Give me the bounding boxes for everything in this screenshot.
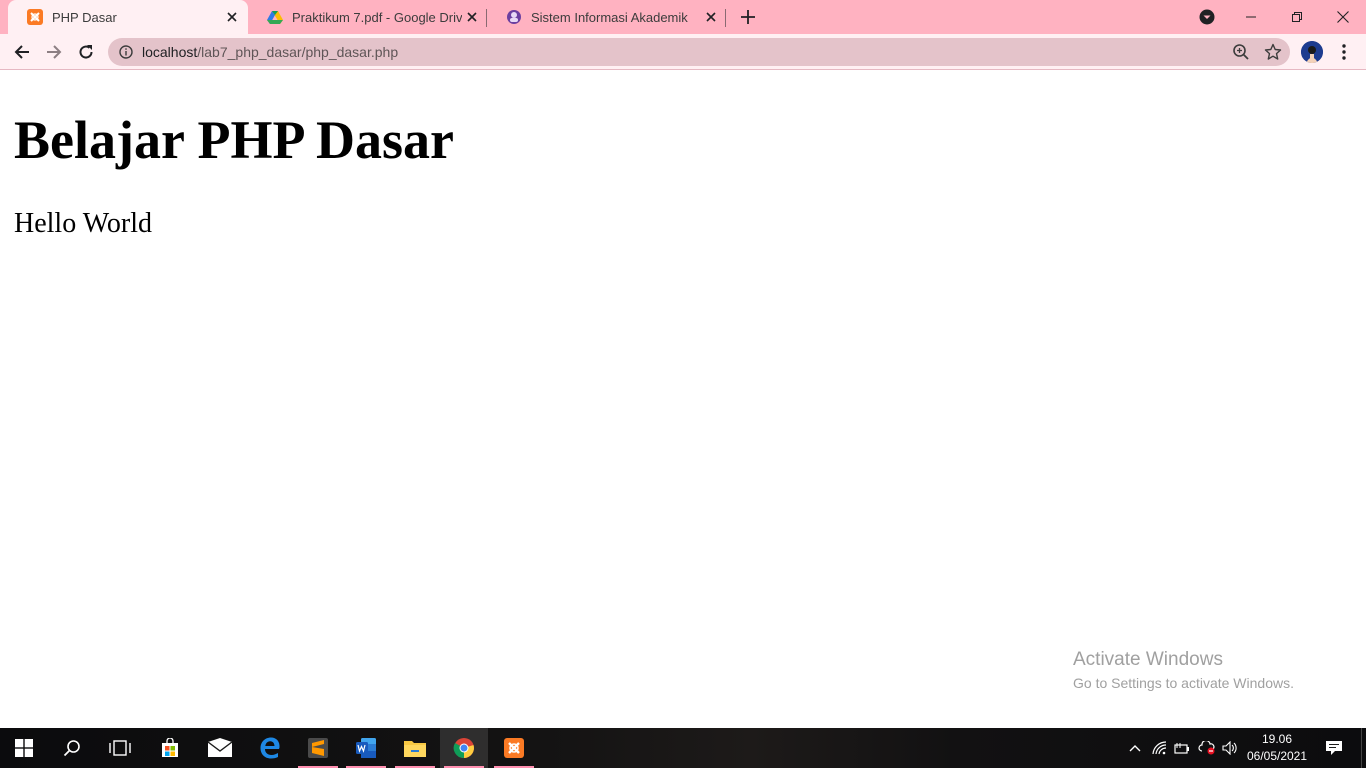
show-hidden-icons-button[interactable] [1124, 728, 1146, 768]
tab-strip: PHP Dasar Praktikum 7.pdf - Google Drive… [0, 0, 1366, 34]
tab-title: Sistem Informasi Akademik [531, 9, 688, 25]
back-button[interactable] [8, 38, 36, 66]
close-icon[interactable] [462, 7, 482, 27]
page-heading: Belajar PHP Dasar [14, 110, 454, 170]
arrow-left-icon [14, 45, 29, 59]
start-button[interactable] [0, 728, 48, 768]
wifi-icon [1152, 741, 1167, 755]
browser-toolbar: localhost/lab7_php_dasar/php_dasar.php [0, 34, 1366, 70]
google-drive-icon [267, 9, 283, 25]
chevron-up-icon [1129, 745, 1141, 752]
watermark-title: Activate Windows [1073, 649, 1223, 670]
bookmark-star-icon[interactable] [1264, 43, 1282, 61]
cloud-error-icon [1198, 741, 1215, 755]
tab-separator [725, 9, 726, 27]
close-icon [1337, 11, 1349, 23]
store-icon [162, 738, 178, 757]
minimize-icon [1246, 16, 1256, 18]
battery-icon [1174, 743, 1189, 754]
taskbar-xampp[interactable] [490, 728, 538, 768]
notification-icon [1326, 741, 1342, 755]
close-icon[interactable] [222, 7, 242, 27]
battery-tray[interactable] [1171, 728, 1193, 768]
info-icon[interactable] [118, 44, 134, 60]
forward-button[interactable] [40, 38, 68, 66]
activate-windows-watermark: Activate Windows Go to Settings to activ… [1073, 649, 1294, 691]
taskbar-file-explorer[interactable] [391, 728, 439, 768]
windows-taskbar: 19.06 06/05/2021 [0, 728, 1366, 768]
siakad-icon [506, 9, 522, 25]
speaker-icon [1222, 741, 1237, 755]
taskbar-edge[interactable] [246, 728, 294, 768]
edge-icon [260, 737, 280, 759]
volume-tray[interactable] [1219, 728, 1241, 768]
chevron-down-icon [1199, 9, 1215, 25]
chrome-icon [453, 738, 474, 759]
restore-button[interactable] [1274, 0, 1320, 34]
taskbar-mail[interactable] [196, 728, 244, 768]
url-host: localhost [142, 44, 198, 60]
plus-icon [741, 10, 755, 24]
reload-button[interactable] [72, 38, 100, 66]
clock-time: 19.06 [1261, 732, 1293, 746]
url-path: /lab7_php_dasar/php_dasar.php [197, 44, 399, 60]
web-page-content: Belajar PHP Dasar Hello World Activate W… [0, 71, 1366, 728]
tab-google-drive[interactable]: Praktikum 7.pdf - Google Drive [248, 0, 488, 34]
mail-icon [207, 738, 233, 757]
tab-title: PHP Dasar [52, 9, 117, 25]
clock-date: 06/05/2021 [1246, 749, 1308, 763]
more-vert-icon [1342, 44, 1346, 60]
address-bar[interactable]: localhost/lab7_php_dasar/php_dasar.php [108, 38, 1290, 66]
tab-title: Praktikum 7.pdf - Google Drive [292, 9, 462, 25]
minimize-button[interactable] [1228, 0, 1274, 34]
arrow-right-icon [47, 45, 62, 59]
onedrive-tray[interactable] [1195, 728, 1219, 768]
task-view-button[interactable] [96, 728, 144, 768]
menu-button[interactable] [1334, 40, 1354, 64]
show-desktop-button[interactable] [1361, 728, 1366, 768]
word-icon [356, 738, 376, 758]
close-icon[interactable] [701, 7, 721, 27]
new-tab-button[interactable] [736, 6, 760, 28]
tab-siakad[interactable]: Sistem Informasi Akademik [487, 0, 727, 34]
taskbar-chrome[interactable] [440, 728, 488, 768]
taskbar-store[interactable] [146, 728, 194, 768]
xampp-icon [27, 9, 43, 25]
taskbar-word[interactable] [342, 728, 390, 768]
network-tray[interactable] [1149, 728, 1171, 768]
sublime-text-icon [308, 738, 328, 758]
file-explorer-icon [404, 741, 426, 757]
restore-icon [1292, 12, 1302, 22]
search-icon [63, 740, 80, 757]
taskbar-clock[interactable]: 19.06 06/05/2021 [1244, 731, 1310, 765]
close-window-button[interactable] [1320, 0, 1366, 34]
zoom-icon[interactable] [1232, 43, 1250, 61]
tab-php-dasar[interactable]: PHP Dasar [8, 0, 248, 34]
task-view-icon [109, 740, 131, 756]
url-text[interactable]: localhost/lab7_php_dasar/php_dasar.php [142, 44, 398, 60]
taskbar-sublime-text[interactable] [294, 728, 342, 768]
profile-avatar[interactable] [1301, 41, 1323, 63]
xampp-icon [504, 738, 524, 758]
page-paragraph: Hello World [14, 208, 152, 239]
watermark-subtitle: Go to Settings to activate Windows. [1073, 675, 1294, 691]
tab-search-button[interactable] [1195, 5, 1219, 29]
taskbar-search-button[interactable] [48, 728, 96, 768]
action-center-button[interactable] [1318, 728, 1350, 768]
start-icon [15, 739, 33, 757]
reload-icon [79, 45, 93, 59]
